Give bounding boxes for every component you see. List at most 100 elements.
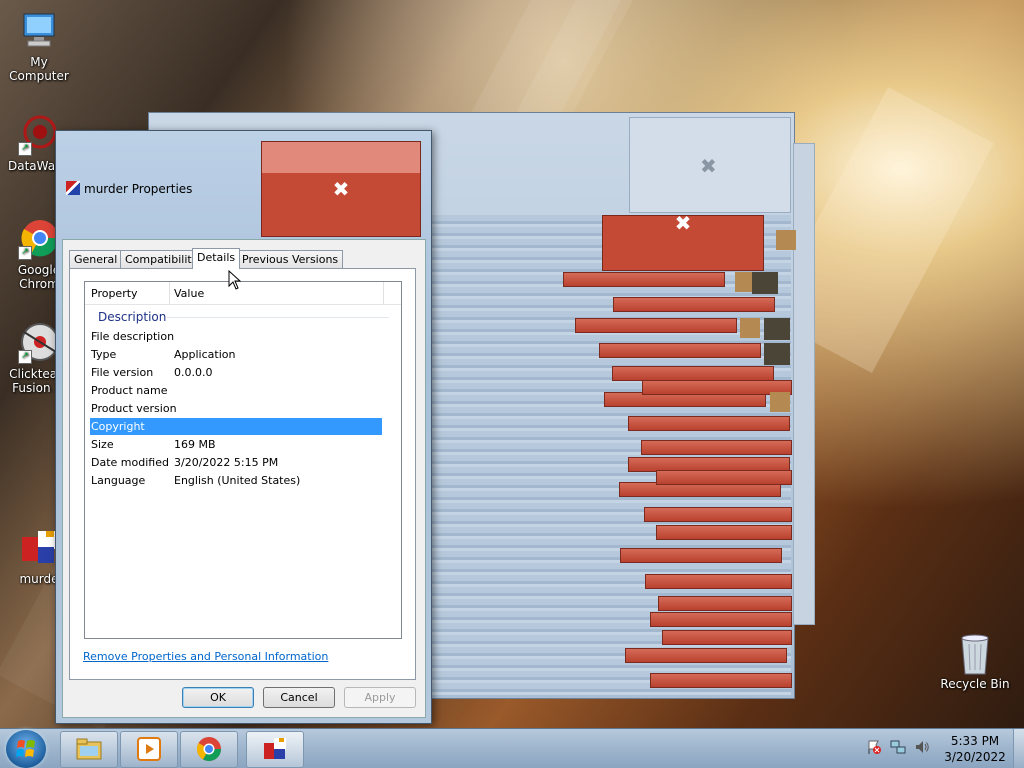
clickteam-fusion-icon: ↗ — [18, 322, 60, 364]
apply-button[interactable]: Apply — [344, 687, 416, 708]
property-name: Type — [91, 348, 117, 361]
details-list[interactable]: Property Value Description File descript… — [84, 281, 402, 639]
glitch-bar — [628, 416, 790, 431]
table-row[interactable]: Date modified 3/20/2022 5:15 PM — [90, 454, 382, 471]
ghost-close-button[interactable]: ✖ — [629, 117, 791, 213]
glitch-bar — [599, 343, 761, 358]
close-icon: ✖ — [332, 177, 350, 201]
glitch-bar — [612, 366, 774, 381]
glitch-bar — [658, 596, 792, 611]
property-name: File description — [91, 330, 175, 343]
datawagon-icon: ↗ — [18, 114, 60, 156]
glitch-bar — [625, 648, 787, 663]
property-value: Application — [174, 348, 236, 361]
table-row-selected[interactable]: Copyright — [90, 418, 382, 435]
property-name: Product name — [91, 384, 168, 397]
property-name: Product version — [91, 402, 177, 415]
property-value: English (United States) — [174, 474, 301, 487]
close-icon: ✖ — [700, 154, 717, 178]
column-header-value[interactable]: Value — [174, 287, 204, 300]
details-panel: Property Value Description File descript… — [69, 268, 416, 680]
remove-properties-link[interactable]: Remove Properties and Personal Informati… — [83, 650, 328, 663]
taskbar: 5:33 PM 3/20/2022 — [0, 728, 1024, 768]
property-name: File version — [91, 366, 154, 379]
glitch-bar — [575, 318, 737, 333]
windows-logo-icon — [16, 740, 35, 757]
glitch-block — [740, 318, 760, 338]
ghost-window-panel — [793, 143, 815, 625]
table-row[interactable]: File version 0.0.0.0 — [90, 364, 382, 381]
action-center-flag-icon[interactable] — [866, 739, 882, 755]
shortcut-arrow-icon: ↗ — [18, 246, 32, 260]
glitch-bar — [650, 673, 792, 688]
glitch-block — [776, 230, 796, 250]
chrome-icon: ↗ — [18, 218, 60, 260]
list-header: Property Value — [85, 282, 401, 305]
table-row[interactable]: Product name — [90, 382, 382, 399]
table-row[interactable]: File description — [90, 328, 382, 345]
property-name: Size — [91, 438, 114, 451]
table-row[interactable]: Type Application — [90, 346, 382, 363]
glitch-bar — [650, 612, 792, 627]
glitch-bar — [563, 272, 725, 287]
group-divider — [167, 317, 389, 318]
column-header-property[interactable]: Property — [91, 287, 138, 300]
tab-compatibility[interactable]: Compatibility — [120, 250, 204, 268]
dialog-title: murder Properties — [66, 181, 192, 196]
cancel-button[interactable]: Cancel — [263, 687, 335, 708]
table-row[interactable]: Size 169 MB — [90, 436, 382, 453]
property-value: 3/20/2022 5:15 PM — [174, 456, 279, 469]
dialog-body: General Compatibility Details Previous V… — [62, 239, 426, 718]
clock-date: 3/20/2022 — [944, 750, 1006, 764]
property-value: 0.0.0.0 — [174, 366, 213, 379]
taskbar-media-player[interactable] — [120, 731, 178, 768]
murder-app-icon — [18, 527, 60, 569]
ghost-close-button-red[interactable]: ✖ — [602, 213, 764, 271]
network-icon[interactable] — [890, 739, 906, 755]
dialog-title-text: murder Properties — [84, 182, 193, 196]
taskbar-explorer[interactable] — [60, 731, 118, 768]
glitch-bar — [662, 630, 792, 645]
glitch-block — [764, 318, 790, 340]
recycle-bin-icon — [954, 632, 996, 675]
glitch-bar — [656, 525, 792, 540]
glitch-block — [752, 272, 778, 294]
chrome-icon — [196, 737, 221, 762]
properties-dialog: murder Properties ✖ General Compatibilit… — [55, 130, 432, 724]
table-row[interactable]: Product version — [90, 400, 382, 417]
taskbar-murder[interactable] — [246, 731, 304, 768]
close-button[interactable]: ✖ — [261, 141, 421, 237]
glitch-bar — [656, 470, 792, 485]
show-desktop-button[interactable] — [1013, 729, 1024, 768]
column-separator — [169, 282, 170, 304]
explorer-icon — [76, 738, 102, 760]
glitch-bar — [645, 574, 792, 589]
tab-general[interactable]: General — [69, 250, 123, 268]
desktop-icon-label: Recycle Bin — [940, 677, 1010, 691]
computer-icon — [18, 10, 60, 52]
ok-button[interactable]: OK — [182, 687, 254, 708]
desktop: My Computer ↗ DataWago ↗ Google Chrom ↗ … — [0, 0, 1024, 768]
glitch-bar — [641, 440, 792, 455]
glitch-bar — [613, 297, 775, 312]
table-row[interactable]: Language English (United States) — [90, 472, 382, 489]
murder-app-icon — [66, 181, 80, 195]
property-value: 169 MB — [174, 438, 216, 451]
desktop-icon-my-computer[interactable]: My Computer — [1, 10, 77, 83]
close-icon: ✖ — [674, 211, 692, 235]
group-header: Description — [98, 310, 167, 324]
media-player-icon — [137, 737, 161, 761]
glitch-bar — [644, 507, 792, 522]
start-button[interactable] — [6, 730, 46, 768]
volume-icon[interactable] — [914, 739, 930, 755]
shortcut-arrow-icon: ↗ — [18, 142, 32, 156]
clock-time: 5:33 PM — [950, 734, 1000, 748]
shortcut-arrow-icon: ↗ — [18, 350, 32, 364]
tab-previous-versions[interactable]: Previous Versions — [237, 250, 344, 268]
murder-app-icon — [264, 738, 286, 759]
property-name: Copyright — [91, 420, 145, 433]
tab-details[interactable]: Details — [192, 248, 241, 269]
taskbar-chrome[interactable] — [180, 731, 238, 768]
taskbar-clock[interactable]: 5:33 PM 3/20/2022 — [940, 733, 1010, 765]
desktop-icon-recycle-bin[interactable]: Recycle Bin — [937, 632, 1013, 691]
